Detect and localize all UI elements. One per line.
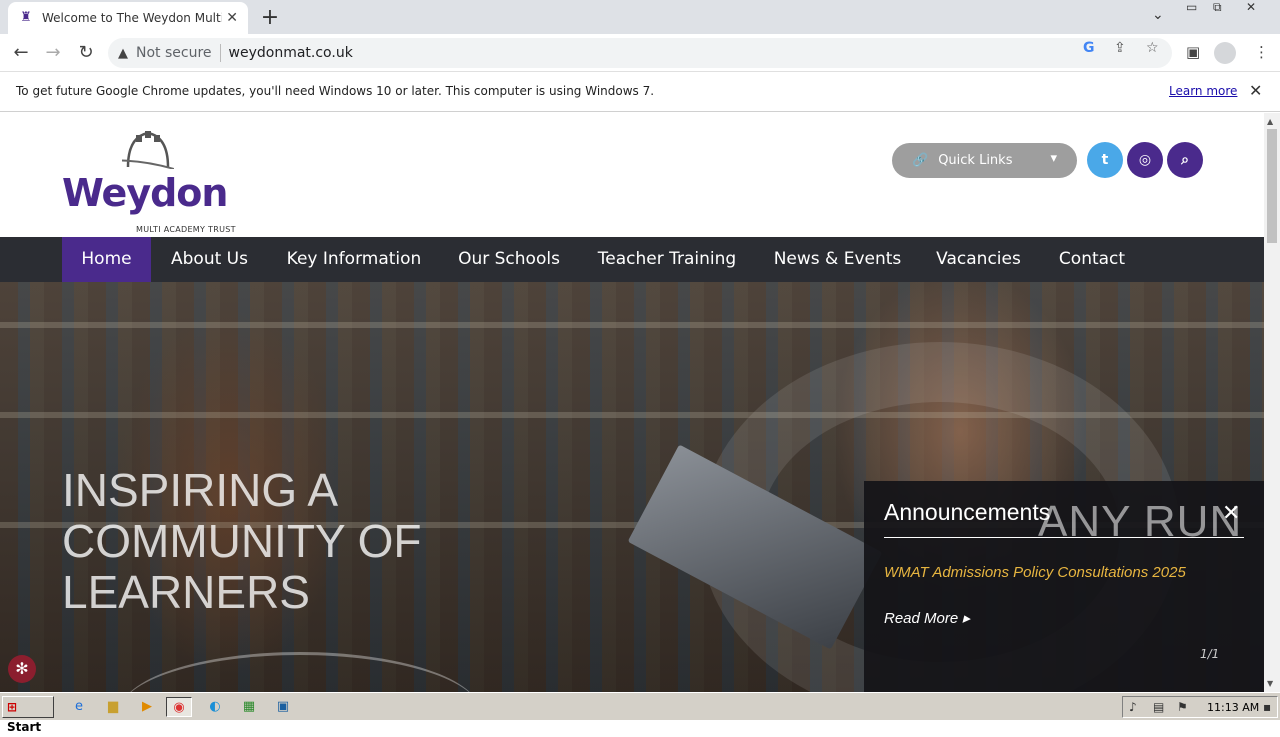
start-label: Start [7, 720, 42, 734]
nav-vacancies[interactable]: Vacancies [928, 237, 1029, 282]
forward-arrow-icon[interactable]: → [42, 42, 64, 64]
menu-kebab-icon[interactable]: ⋮ [1254, 43, 1269, 61]
site-logo[interactable]: Weydon MULTI ACADEMY TRUST [60, 127, 240, 234]
side-panel-icon[interactable]: ▣ [1186, 43, 1200, 61]
security-label[interactable]: Not secure [136, 45, 212, 61]
start-button[interactable]: ⊞ Start [2, 696, 54, 734]
show-desktop-icon[interactable]: ▪ [1263, 700, 1271, 714]
tab-title: Welcome to The Weydon Multi Academy Trus… [42, 11, 222, 25]
divider [219, 44, 221, 62]
chevron-down-icon: ▾ [1050, 151, 1057, 166]
read-more-label: Read More [884, 610, 959, 627]
warning-icon[interactable]: ▲ [118, 46, 128, 61]
close-tab-icon[interactable]: ✕ [226, 10, 238, 26]
reload-icon[interactable]: ↻ [75, 42, 97, 64]
scroll-up-icon[interactable]: ▲ [1267, 117, 1273, 126]
nav-key-information[interactable]: Key Information [278, 237, 430, 282]
twitter-icon[interactable]: t [1087, 142, 1123, 178]
back-arrow-icon[interactable]: ← [10, 42, 32, 64]
infobar-message: To get future Google Chrome updates, you… [16, 84, 655, 98]
nav-news-events[interactable]: News & Events [767, 237, 908, 282]
app-window-icon[interactable]: ▣ [270, 697, 296, 717]
page-scrollbar[interactable]: ▲ ▼ [1264, 113, 1280, 692]
castle-logo-icon [122, 131, 174, 169]
learn-more-link[interactable]: Learn more [1169, 84, 1237, 98]
media-player-icon[interactable]: ▶ [134, 697, 160, 717]
bookshelf-line [0, 322, 1264, 328]
cookie-settings-icon[interactable]: ✻ [8, 655, 36, 683]
internet-explorer-icon[interactable]: e [66, 697, 92, 717]
quick-links-label: Quick Links [938, 153, 1013, 168]
web-page: Weydon MULTI ACADEMY TRUST 🔗 Quick Links… [0, 113, 1264, 692]
main-navigation: Home About Us Key Information Our School… [0, 237, 1264, 282]
search-icon[interactable]: ⌕ [1167, 142, 1203, 178]
quick-links-dropdown[interactable]: 🔗 Quick Links ▾ [892, 143, 1077, 178]
scroll-thumb[interactable] [1267, 129, 1277, 243]
logo-wordmark: Weydon [62, 171, 228, 215]
logo-subtitle: MULTI ACADEMY TRUST [136, 225, 236, 234]
hero-arc-decoration [120, 652, 480, 692]
file-explorer-icon[interactable]: ▆ [100, 697, 126, 717]
tab-strip: ♜ Welcome to The Weydon Multi Academy Tr… [0, 0, 1280, 34]
bookmark-star-icon[interactable]: ☆ [1146, 40, 1159, 56]
browser-toolbar: ← → ↻ ▲ Not secure weydonmat.co.uk G ⇪ ☆… [0, 34, 1280, 72]
chrome-icon[interactable]: ◉ [166, 697, 192, 717]
action-center-flag-icon[interactable]: ⚑ [1177, 700, 1188, 714]
address-bar[interactable]: ▲ Not secure weydonmat.co.uk [108, 38, 1172, 68]
nav-home[interactable]: Home [62, 237, 151, 282]
hero-banner: INSPIRING A COMMUNITY OF LEARNERS ✻ Anno… [0, 282, 1264, 692]
update-infobar: To get future Google Chrome updates, you… [0, 72, 1280, 112]
anyrun-watermark: ANY RUN [1038, 497, 1243, 546]
close-infobar-icon[interactable]: ✕ [1249, 81, 1262, 100]
new-tab-button[interactable]: + [258, 5, 282, 30]
announcements-heading: Announcements [884, 499, 1051, 525]
profile-avatar[interactable] [1214, 42, 1236, 64]
windows-taskbar: ⊞ Start e ▆ ▶ ◉ ◐ ▦ ▣ ♪ ▤ ⚑ 11:13 AM ▪ [0, 692, 1280, 734]
announcement-counter: 1/1 [1200, 647, 1220, 661]
app-grid-icon[interactable]: ▦ [236, 697, 262, 717]
announcement-link[interactable]: WMAT Admissions Policy Consultations 202… [884, 564, 1186, 581]
nav-about-us[interactable]: About Us [162, 237, 257, 282]
link-icon: 🔗 [912, 153, 929, 168]
close-window-icon[interactable]: ✕ [1246, 0, 1256, 20]
hero-headline-line: COMMUNITY OF [62, 515, 422, 567]
google-translate-icon[interactable]: G [1083, 40, 1095, 56]
read-more-link[interactable]: Read More ▸ [884, 609, 970, 627]
windows-flag-icon: ⊞ [7, 700, 18, 714]
url-text[interactable]: weydonmat.co.uk [229, 45, 353, 61]
network-icon[interactable]: ▤ [1153, 700, 1164, 714]
tab-search-chevron-icon[interactable]: ⌄ [1152, 7, 1164, 23]
hero-headline: INSPIRING A COMMUNITY OF LEARNERS [62, 465, 421, 618]
caret-right-icon: ▸ [962, 610, 970, 627]
site-favicon-icon: ♜ [20, 10, 32, 25]
scroll-down-icon[interactable]: ▼ [1267, 679, 1273, 688]
browser-tab[interactable]: ♜ Welcome to The Weydon Multi Academy Tr… [8, 2, 248, 34]
restore-icon[interactable]: ⧉ [1213, 0, 1222, 20]
nav-contact[interactable]: Contact [1050, 237, 1134, 282]
edge-icon[interactable]: ◐ [202, 697, 228, 717]
nav-our-schools[interactable]: Our Schools [450, 237, 568, 282]
share-icon[interactable]: ⇪ [1114, 40, 1126, 56]
nav-teacher-training[interactable]: Teacher Training [588, 237, 746, 282]
minimize-icon[interactable]: ▭ [1186, 0, 1197, 20]
system-tray: ♪ ▤ ⚑ 11:13 AM ▪ [1122, 696, 1278, 718]
volume-icon[interactable]: ♪ [1129, 700, 1137, 714]
hero-headline-line: LEARNERS [62, 566, 310, 618]
hero-headline-line: INSPIRING A [62, 464, 339, 516]
instagram-icon[interactable]: ◎ [1127, 142, 1163, 178]
clock: 11:13 AM [1207, 701, 1260, 714]
